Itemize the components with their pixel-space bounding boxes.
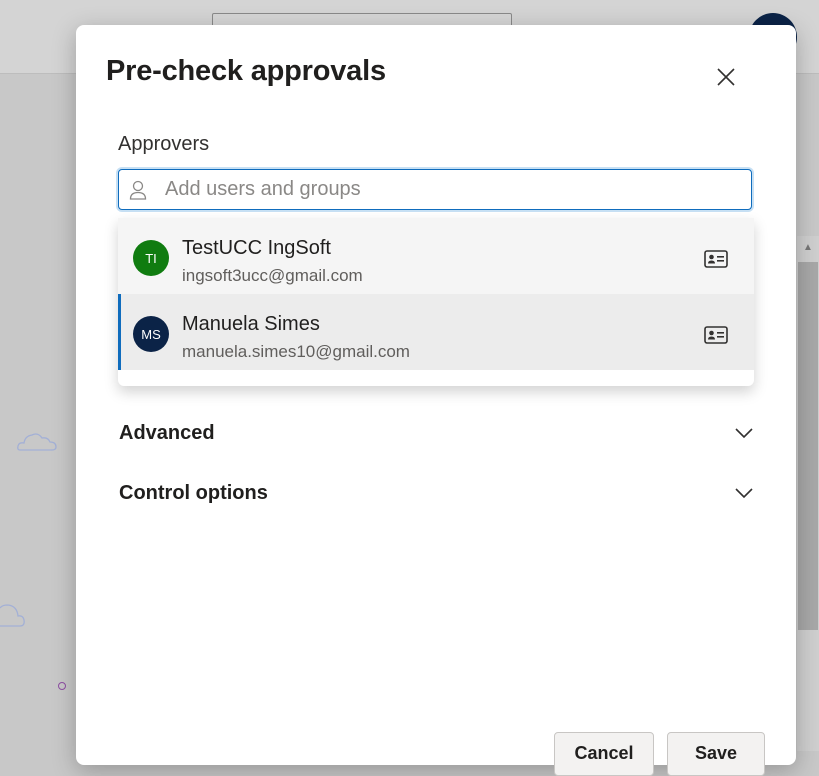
cloud-icon [0, 604, 25, 627]
approvers-field[interactable] [118, 169, 752, 210]
cloud-icon [17, 433, 57, 451]
scroll-up-arrow-icon: ▲ [803, 242, 813, 253]
advanced-section-toggle[interactable]: Advanced [119, 416, 755, 452]
section-title-control-options: Control options [119, 482, 268, 504]
suggestion-name: Manuela Simes [182, 313, 320, 335]
control-options-section-toggle[interactable]: Control options [119, 476, 755, 512]
close-icon [717, 68, 735, 86]
dialog-title: Pre-check approvals [106, 55, 386, 87]
avatar: MS [133, 316, 169, 352]
suggestion-item-manuela-simes[interactable]: MS Manuela Simes manuela.simes10@gmail.c… [118, 294, 754, 370]
approver-suggestions-list: TI TestUCC IngSoft ingsoft3ucc@gmail.com… [118, 218, 754, 386]
approvers-search-input[interactable] [163, 177, 727, 202]
save-button[interactable]: Save [667, 732, 765, 776]
pre-check-approvals-dialog: Pre-check approvals Approvers TI TestUCC… [76, 25, 796, 776]
close-button[interactable] [710, 61, 742, 93]
chevron-down-icon [735, 488, 753, 499]
section-title-advanced: Advanced [119, 422, 215, 444]
approvers-label: Approvers [118, 133, 210, 155]
contact-card-icon[interactable] [704, 326, 728, 344]
cancel-button[interactable]: Cancel [554, 732, 654, 776]
suggestion-name: TestUCC IngSoft [182, 237, 331, 259]
suggestion-email: manuela.simes10@gmail.com [182, 342, 410, 361]
decorative-dot [58, 682, 66, 690]
chevron-down-icon [735, 428, 753, 439]
suggestion-item-testucc-ingsoft[interactable]: TI TestUCC IngSoft ingsoft3ucc@gmail.com [118, 218, 754, 294]
person-icon [127, 179, 149, 201]
suggestion-email: ingsoft3ucc@gmail.com [182, 266, 363, 285]
contact-card-icon[interactable] [704, 250, 728, 268]
background-scroll-thumb [798, 262, 818, 630]
avatar: TI [133, 240, 169, 276]
